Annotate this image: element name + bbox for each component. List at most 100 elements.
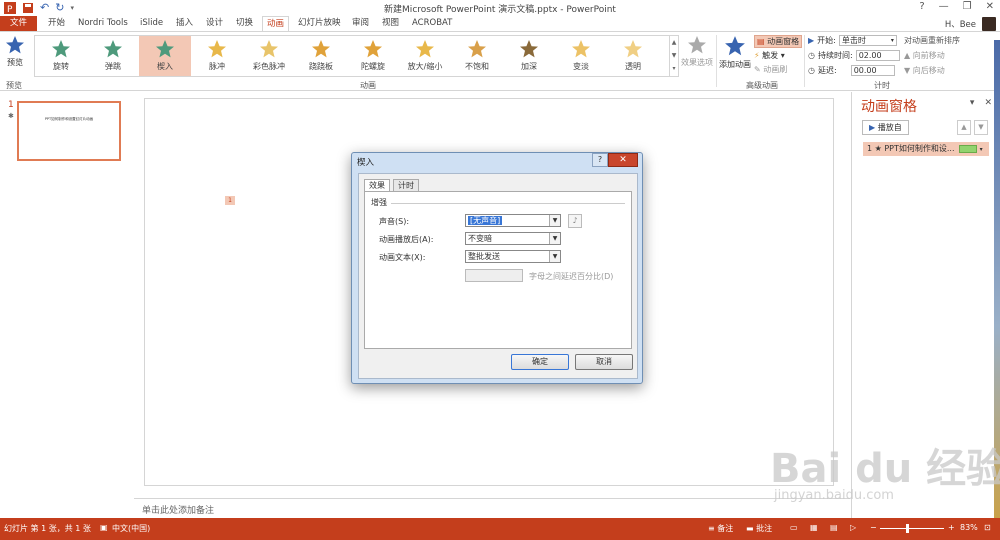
move-down-icon[interactable]: ▼ [974,120,988,135]
animation-painter-icon: ✎ [754,65,761,74]
trigger-icon: ⚡ [754,51,760,60]
comments-icon: ▬ [746,524,754,533]
duration-icon: ◷ [808,51,815,60]
gallery-up-icon[interactable]: ▲ [670,36,678,49]
effect-lighten-label: 变淡 [573,62,589,71]
move-later-button[interactable]: ▼ 向后移动 [904,65,945,76]
effect-desaturate[interactable]: 不饱和 [451,36,503,76]
start-select[interactable]: 单击时 ▾ [838,35,897,46]
move-up-icon[interactable]: ▲ [957,120,971,135]
comments-button[interactable]: ▬ 批注 [746,523,772,534]
effect-options-button[interactable]: 效果选项 [680,35,714,68]
minimize-button[interactable]: — [939,1,949,12]
dialog-body: 效果 计时 增强 声音(S): [无声音] ▼ ♪ 动画播放后(A): 不变暗 … [358,173,638,379]
zoom-level[interactable]: 83% [960,523,978,532]
effect-panel: 增强 声音(S): [无声音] ▼ ♪ 动画播放后(A): 不变暗 ▼ 动画文本… [364,191,632,349]
delay-input[interactable]: 00.00 [850,65,895,76]
gallery-down-icon[interactable]: ▼ [670,49,678,62]
spin-top-star-icon [364,40,382,58]
effect-darken-label: 加深 [521,62,537,71]
animate-text-select[interactable]: 整批发送 ▼ [465,250,561,263]
ok-button[interactable]: 确定 [511,354,569,370]
effect-lighten[interactable]: 变淡 [555,36,607,76]
move-earlier-button[interactable]: ▲ 向前移动 [904,50,945,61]
effect-transparency[interactable]: 透明 [607,36,659,76]
animation-pane-button[interactable]: ▤ 动画窗格 [754,35,803,48]
status-bar: 幻灯片 第 1 张，共 1 张 ▣ 中文(中国) ≡ 备注 ▬ 批注 ▭ ▦ ▤… [0,518,1000,540]
speaker-icon[interactable]: ♪ [568,214,582,228]
animation-order-tag[interactable]: 1 [225,196,235,205]
pane-menu-icon[interactable]: ▾ [970,98,975,108]
spellcheck-icon[interactable]: ▣ [100,523,108,532]
tab-slideshow[interactable]: 幻灯片放映 [294,16,345,31]
tab-view[interactable]: 视图 [378,16,403,31]
user-name[interactable]: H、Bee [945,18,976,30]
duration-input[interactable]: 02.00 [855,50,900,61]
preview-button[interactable]: 预览 [2,35,28,68]
effect-darken[interactable]: 加深 [503,36,555,76]
animation-list-item[interactable]: 1 ★ PPT如何制作和设... ▾ [863,142,989,156]
effect-bounce-label: 弹跳 [105,62,121,71]
language[interactable]: 中文(中国) [112,523,150,534]
animation-painter-button[interactable]: ✎ 动画刷 [754,64,787,75]
preview-star-icon [6,36,24,54]
effect-color-pulse-label: 彩色脉冲 [253,62,285,71]
animation-item-dropdown-icon[interactable]: ▾ [980,146,983,153]
tab-review[interactable]: 审阅 [348,16,373,31]
trigger-button[interactable]: ⚡ 触发 ▾ [754,50,785,61]
effect-options-dialog: 楔入 ? ✕ 效果 计时 增强 声音(S): [无声音] ▼ ♪ 动画播放后(A… [351,152,643,384]
reading-view-icon[interactable]: ▤ [830,523,838,532]
move-later-icon: ▼ [904,66,911,75]
gallery-more-icon[interactable]: ▾ [670,62,678,75]
tab-islide[interactable]: iSlide [136,16,167,31]
timing-group-label: 计时 [874,81,890,90]
play-from-button[interactable]: ▶ 播放自 [862,120,909,135]
normal-view-icon[interactable]: ▭ [790,523,798,532]
tab-home[interactable]: 开始 [44,16,69,31]
effect-grow-shrink[interactable]: 放大/缩小 [399,36,451,76]
zoom-out-icon[interactable]: − [870,523,877,532]
zoom-slider[interactable] [880,528,944,529]
add-animation-button[interactable]: 添加动画 [718,35,752,70]
animate-text-label: 动画文本(X): [379,253,426,262]
tab-animations[interactable]: 动画 [262,16,290,32]
tab-acrobat[interactable]: ACROBAT [408,16,456,31]
effect-spin-top[interactable]: 陀螺旋 [347,36,399,76]
tab-nordri-tools[interactable]: Nordri Tools [74,16,132,31]
fit-slide-icon[interactable]: ⊡ [984,523,991,532]
help-button[interactable]: ? [919,1,924,12]
slide-thumbnail[interactable]: PPT如何制作和设置幻灯片动画 [17,101,121,161]
animate-text-dropdown-icon[interactable]: ▼ [549,251,560,262]
effect-bounce[interactable]: 弹跳 [87,36,139,76]
notes-pane[interactable]: 单击此处添加备注 [134,498,850,518]
zoom-slider-thumb[interactable] [906,524,909,533]
avatar[interactable] [982,17,996,31]
cancel-button[interactable]: 取消 [575,354,633,370]
tab-transitions[interactable]: 切换 [232,16,257,31]
tab-file[interactable]: 文件 [0,16,38,31]
gallery-scroll[interactable]: ▲ ▼ ▾ [670,35,679,77]
effect-pulse[interactable]: 脉冲 [191,36,243,76]
notes-button[interactable]: ≡ 备注 [708,523,733,534]
effect-color-pulse[interactable]: 彩色脉冲 [243,36,295,76]
slideshow-view-icon[interactable]: ▷ [850,523,856,532]
dialog-help-button[interactable]: ? [592,153,608,167]
effect-spin[interactable]: 旋转 [35,36,87,76]
tab-design[interactable]: 设计 [202,16,227,31]
sound-select[interactable]: [无声音] ▼ [465,214,561,227]
close-button[interactable]: ✕ [986,1,994,12]
slide-sorter-icon[interactable]: ▦ [810,523,818,532]
after-animation-select[interactable]: 不变暗 ▼ [465,232,561,245]
effect-wedge[interactable]: 楔入 [139,36,191,76]
sound-dropdown-icon[interactable]: ▼ [549,215,560,226]
after-animation-dropdown-icon[interactable]: ▼ [549,233,560,244]
pane-close-icon[interactable]: ✕ [984,98,992,108]
tab-insert[interactable]: 插入 [172,16,197,31]
zoom-in-icon[interactable]: + [948,523,955,532]
effect-teeter[interactable]: 跷跷板 [295,36,347,76]
restore-button[interactable]: ❐ [963,1,972,12]
dialog-close-button[interactable]: ✕ [608,153,638,167]
sound-label: 声音(S): [379,217,410,226]
letter-delay-spinner[interactable] [465,269,523,282]
watermark-logo: Bai du 经验 [770,446,1000,492]
